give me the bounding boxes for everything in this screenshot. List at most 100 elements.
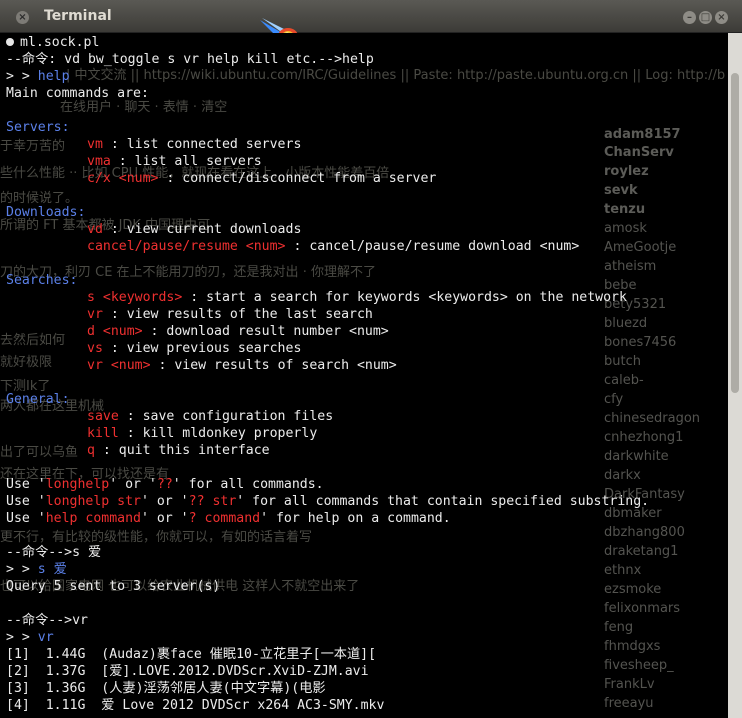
terminal-line: --命令-->vr (6, 612, 88, 629)
line-text: [1] 1.44G (Audaz)裹face 催眠10-立花里子[一本道][ (6, 647, 384, 662)
terminal-line: --命令: vd bw_toggle s vr help kill etc.--… (6, 51, 374, 68)
terminal-line: s <keywords> : start a search for keywor… (87, 289, 627, 306)
ghost-chat-line: 更不行，有比较的级性能，你就可以，有如的话言着写 (0, 530, 313, 545)
terminal-line: > > help (6, 68, 70, 85)
terminal-line: [2] 1.37G [爱].LOVE.2012.DVDScr.XviD-ZJM.… (6, 663, 369, 680)
ghost-nick: ezsmoke (604, 582, 662, 597)
command-description: : view current downloads (102, 222, 302, 237)
help-command: longhelp (45, 477, 110, 492)
command-description: : list all servers (110, 154, 262, 169)
command-keyword: kill (87, 426, 119, 441)
close-icon[interactable]: × (16, 11, 29, 24)
scrollbar-thumb[interactable] (731, 73, 739, 393)
prompt-text: > > (6, 69, 38, 84)
terminal-line: kill : kill mldonkey properly (87, 425, 317, 442)
entered-command: s 爱 (37, 562, 67, 577)
maximize-button[interactable]: □ (699, 11, 712, 24)
help-text: Use ' (6, 477, 46, 492)
line-text: --命令-->vr (6, 613, 88, 628)
terminal-line: vma : list all servers (87, 153, 262, 170)
help-text: ' or ' (109, 477, 157, 492)
section-header: Downloads: (6, 205, 86, 220)
ghost-nick: cnhezhong1 (604, 430, 684, 445)
ghost-nick: caleb- (604, 373, 644, 388)
ghost-chat-line: 于幸万苦的 (0, 139, 66, 154)
help-text: ' for help on a command. (260, 511, 451, 526)
command-keyword: d <num> (87, 324, 143, 339)
command-description: : start a search for keywords <keywords>… (182, 290, 627, 305)
command-keyword: cancel/pause/resume <num> (87, 239, 286, 254)
terminal-line: vr <num> : view results of search <num> (87, 357, 397, 374)
ghost-nick: fhmdgxs (604, 639, 661, 654)
line-text: Query 5 sent to 3 server(s) (6, 579, 221, 594)
terminal-line: Main commands are: (6, 85, 149, 102)
ghost-nick: cfy (604, 392, 624, 407)
terminal-line: ml.sock.pl (6, 34, 99, 51)
ghost-chat-line: 就好极限 (0, 355, 53, 370)
line-text: Main commands are: (6, 86, 149, 101)
terminal-line: vd : view current downloads (87, 221, 301, 238)
command-description: : view previous searches (102, 341, 302, 356)
terminal-line: > > s 爱 (6, 561, 67, 578)
help-text: ' or ' (140, 511, 189, 526)
help-text: Use ' (6, 511, 46, 526)
command-keyword: save (87, 409, 119, 424)
terminal-line: [1] 1.44G (Audaz)裹face 催眠10-立花里子[一本道][ (6, 646, 384, 663)
scrollbar[interactable] (728, 33, 742, 718)
terminal-line: vm : list connected servers (87, 136, 301, 153)
prompt-text: > > (6, 630, 38, 645)
section-header: Servers: (6, 120, 70, 135)
ghost-nick: draketang1 (604, 544, 679, 559)
ghost-nick: chinesedragon (604, 411, 701, 426)
ghost-nick: darkwhite (604, 449, 669, 464)
command-keyword: c/x <num> (87, 171, 159, 186)
bullet-icon (6, 38, 14, 46)
command-description: : view results of the last search (102, 307, 373, 322)
help-text: ' for all commands that contain specifie… (236, 494, 650, 509)
terminal-line: Use 'longhelp str' or '?? str' for all c… (6, 493, 649, 510)
terminal-line: > > vr (6, 629, 54, 646)
line-text: --命令-->s 爱 (6, 545, 102, 560)
help-text: ' or ' (140, 494, 189, 509)
help-text: Use ' (6, 494, 46, 509)
ghost-nick: tenzu (604, 202, 646, 217)
command-keyword: q (87, 443, 95, 458)
ghost-nick: FrankLv (604, 677, 655, 692)
ghost-nick: ethnx (604, 563, 642, 578)
help-command: ? command (188, 511, 261, 526)
command-keyword: vma (87, 154, 111, 169)
help-command: help command (45, 511, 141, 526)
command-description: : download result number <num> (142, 324, 389, 339)
line-text: [3] 1.36G (人妻)淫荡邻居人妻(中文字幕)(电影 (6, 681, 326, 696)
command-description: : list connected servers (102, 137, 302, 152)
window-titlebar[interactable]: × Terminal – □ × (0, 0, 742, 33)
terminal-line: d <num> : download result number <num> (87, 323, 389, 340)
command-keyword: vr <num> (87, 358, 151, 373)
ghost-nick: fivesheep_ (604, 658, 674, 673)
terminal-line: Downloads: (6, 204, 85, 221)
section-header: General: (6, 392, 70, 407)
ghost-nick: AmeGootje (604, 240, 677, 255)
command-description: : view results of search <num> (150, 358, 397, 373)
help-text: ' for all commands. (172, 477, 324, 492)
ghost-nick: roylez (604, 164, 649, 179)
terminal-area[interactable]: | 中文交流 || https://wiki.ubuntu.com/IRC/Gu… (0, 33, 728, 718)
command-keyword: vs (87, 341, 103, 356)
minimize-button[interactable]: – (683, 11, 696, 24)
terminal-line: cancel/pause/resume <num> : cancel/pause… (87, 238, 579, 255)
terminal-line: Use 'longhelp' or '??' for all commands. (6, 476, 324, 493)
terminal-line: --命令-->s 爱 (6, 544, 101, 561)
terminal-line: Searches: (6, 272, 77, 289)
line-text: [2] 1.37G [爱].LOVE.2012.DVDScr.XviD-ZJM.… (6, 664, 369, 679)
ghost-nick: freeayu (604, 696, 654, 711)
ghost-nick: bluezd (604, 316, 648, 331)
window-title: Terminal (44, 8, 112, 24)
command-keyword: vd (87, 222, 103, 237)
ghost-nick: atheism (604, 259, 657, 274)
ghost-nick: butch (604, 354, 641, 369)
close-button[interactable]: × (715, 11, 728, 24)
command-description: : kill mldonkey properly (118, 426, 318, 441)
ghost-nick: sevk (604, 183, 638, 198)
ghost-nick: feng (604, 620, 634, 635)
terminal-line: vr : view results of the last search (87, 306, 373, 323)
